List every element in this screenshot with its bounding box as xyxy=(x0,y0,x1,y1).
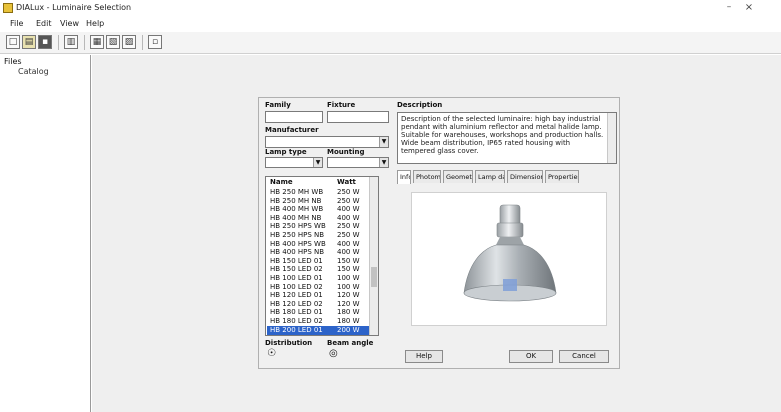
copy-icon[interactable]: ▦ xyxy=(90,35,104,49)
list-item-watt: 200 W xyxy=(337,325,360,334)
tree-pane: Files Catalog xyxy=(0,55,91,412)
menu-file[interactable]: File xyxy=(10,19,23,28)
fixture-label: Fixture xyxy=(327,101,356,109)
list-header: Name Watt xyxy=(267,178,370,187)
cancel-button[interactable]: Cancel xyxy=(559,350,609,363)
toolbar-separator xyxy=(84,35,85,50)
beam-angle-icon: ◎ xyxy=(329,348,338,359)
paste-icon[interactable]: ▧ xyxy=(106,35,120,49)
close-button[interactable]: × xyxy=(742,2,756,14)
luminaire-list[interactable]: Name Watt HB 250 MH WB 250 W HB 250 MH NB 2… xyxy=(265,176,379,336)
mounting-combo[interactable]: ▼ xyxy=(327,157,389,168)
toolbar-separator xyxy=(142,35,143,50)
description-label: Description xyxy=(397,101,443,109)
menu-edit[interactable]: Edit xyxy=(36,19,52,28)
save-icon[interactable]: ▪ xyxy=(38,35,52,49)
help-button[interactable]: Help xyxy=(405,350,443,363)
list-col-name[interactable]: Name xyxy=(270,178,332,187)
list-item[interactable]: HB 200 LED 01 200 W xyxy=(267,325,370,335)
description-text[interactable]: Description of the selected luminaire: h… xyxy=(397,112,617,164)
beam-angle-label: Beam angle xyxy=(327,339,374,347)
lamp-type-label: Lamp type xyxy=(265,148,307,156)
family-field[interactable] xyxy=(265,111,323,123)
distribution-label: Distribution xyxy=(265,339,313,347)
minimize-button[interactable]: – xyxy=(722,2,736,14)
chevron-down-icon[interactable]: ▼ xyxy=(313,158,322,167)
ok-button[interactable]: OK xyxy=(509,350,553,363)
manufacturer-label: Manufacturer xyxy=(265,126,319,134)
list-scrollbar[interactable] xyxy=(369,177,378,335)
tab-strip: InfoPhotometryGeometryLamp dataDimension… xyxy=(397,170,617,184)
scrollbar-thumb[interactable] xyxy=(371,267,377,287)
distribution-icon: ☉ xyxy=(267,348,276,359)
tab-info[interactable]: Info xyxy=(397,170,411,184)
list-item-name: HB 200 LED 01 xyxy=(270,325,323,334)
tab-lamp-data[interactable]: Lamp data xyxy=(475,170,505,183)
fixture-field[interactable] xyxy=(327,111,389,123)
family-label: Family xyxy=(265,101,291,109)
app-icon xyxy=(3,3,13,13)
manufacturer-combo[interactable]: ▼ xyxy=(265,136,389,148)
tree-item-catalog[interactable]: Catalog xyxy=(18,67,49,76)
table-icon[interactable]: ▨ xyxy=(122,35,136,49)
menu-bar: File Edit View Help xyxy=(0,18,781,32)
mounting-label: Mounting xyxy=(327,148,365,156)
description-scrollbar[interactable] xyxy=(607,113,616,163)
menu-view[interactable]: View xyxy=(60,19,79,28)
lamp-type-combo[interactable]: ▼ xyxy=(265,157,323,168)
luminaire-image xyxy=(463,204,557,302)
luminaire-dialog: Family Fixture Manufacturer ▼ Lamp type … xyxy=(258,97,620,369)
open-icon[interactable]: ▤ xyxy=(22,35,36,49)
list-col-watt[interactable]: Watt xyxy=(337,178,369,187)
chevron-down-icon[interactable]: ▼ xyxy=(379,158,388,167)
title-bar: DIALux - Luminaire Selection – × xyxy=(0,0,781,18)
tab-photometry[interactable]: Photometry xyxy=(413,170,441,183)
luminaire-preview xyxy=(411,192,607,326)
print-icon[interactable]: ▥ xyxy=(64,35,78,49)
chevron-down-icon[interactable]: ▼ xyxy=(379,137,388,147)
tab-dimensions[interactable]: Dimensions xyxy=(507,170,543,183)
toolbar-separator xyxy=(58,35,59,50)
window-title: DIALux - Luminaire Selection xyxy=(16,3,132,12)
tree-root[interactable]: Files xyxy=(4,57,22,66)
description-body: Description of the selected luminaire: h… xyxy=(401,115,604,155)
tab-properties[interactable]: Properties xyxy=(545,170,579,183)
settings-icon[interactable]: ▫ xyxy=(148,35,162,49)
toolbar: □ ▤ ▪ ▥ ▦ ▧ ▨ ▫ xyxy=(0,32,781,54)
tab-geometry[interactable]: Geometry xyxy=(443,170,473,183)
new-icon[interactable]: □ xyxy=(6,35,20,49)
menu-help[interactable]: Help xyxy=(86,19,104,28)
